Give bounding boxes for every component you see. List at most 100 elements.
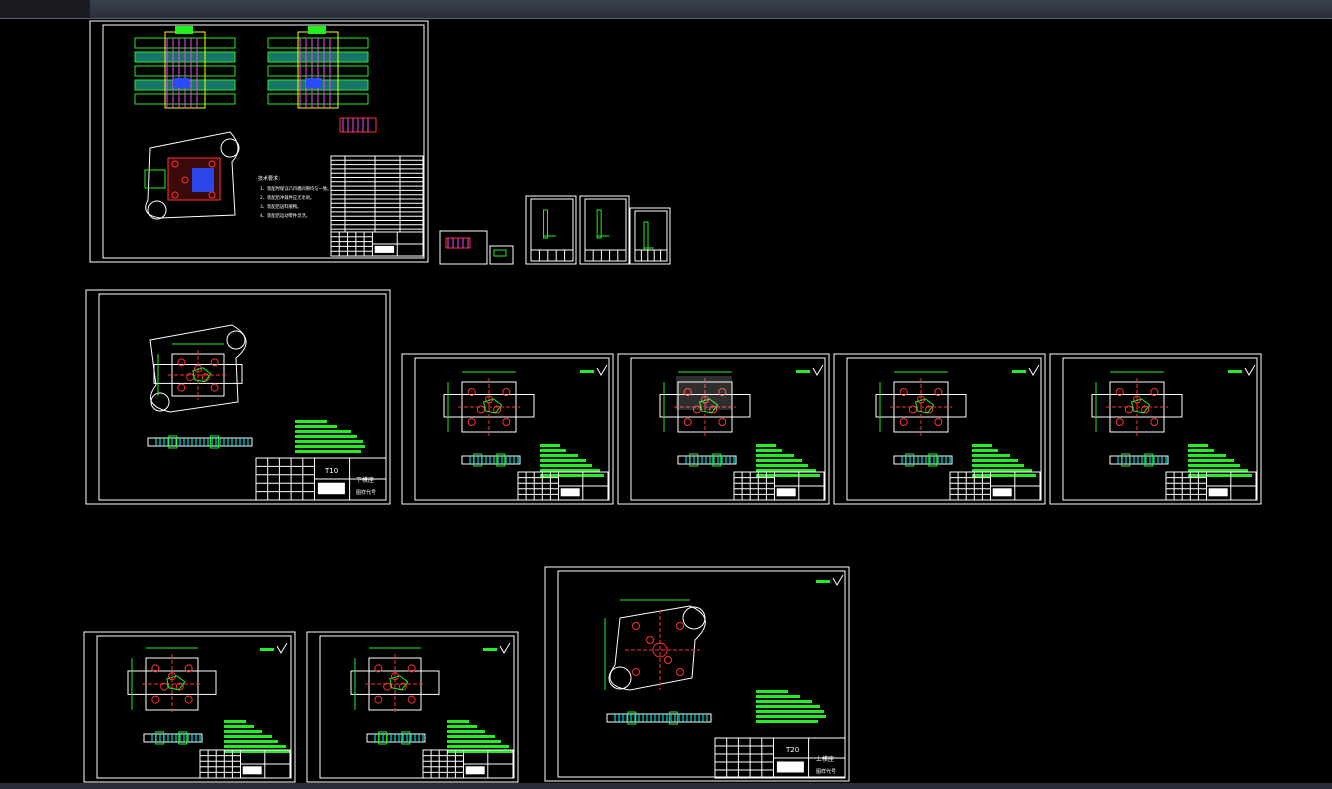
- note-line: [540, 464, 592, 467]
- upper-die-base-notes: [756, 690, 826, 723]
- pin-sheet-inner: [634, 210, 668, 262]
- sheet-small-details: [439, 195, 671, 265]
- assembly-section-view-1: [134, 26, 236, 109]
- assembly-title-block-code-box: [374, 245, 395, 253]
- plate-4-plan-hole: [1150, 418, 1159, 426]
- assembly-detail-view: [339, 117, 377, 133]
- shank: [175, 26, 193, 34]
- plate-2-side-view: [677, 453, 737, 467]
- screw-hole: [646, 636, 654, 644]
- bottom-plate-2-plan-hole: [383, 682, 392, 691]
- notes-line: 4、装配后运动零件灵活。: [260, 212, 310, 219]
- note-line: [224, 735, 272, 738]
- plate-1-plan-hole: [502, 418, 511, 426]
- assembly-plan-view: [144, 131, 240, 220]
- note-line: [447, 735, 495, 738]
- note-line: [1188, 459, 1234, 462]
- bottom-plate-2-side-view-outline: [366, 733, 426, 743]
- screw-hole: [632, 622, 640, 630]
- guide-hole-boss: [226, 330, 246, 350]
- note-line: [972, 459, 1018, 462]
- sheet-assembly-drawing: 技术要求： 1、装配时保证凸凹模间隙均匀一致。 2、装配后冲裁件应无毛刺。 3、装配后…: [89, 20, 429, 263]
- bottom-plate-1-plan-hole: [160, 682, 169, 691]
- plate-2-plan-hole: [718, 418, 727, 426]
- plate-2-roughness: [796, 364, 824, 376]
- note-line: [224, 720, 246, 723]
- plate-1-plan-hole: [467, 418, 476, 426]
- bottom-plate-1-side-view-outline: [143, 733, 203, 743]
- assembly-title-block: [330, 231, 424, 257]
- sheet-lower-die-base: T10 下模座图样代号: [85, 289, 391, 505]
- notes-line: 3、装配后送料顺畅。: [260, 203, 301, 210]
- drawing-canvas[interactable]: 技术要求： 1、装配时保证凸凹模间隙均匀一致。 2、装配后冲裁件应无毛刺。 3、装配后…: [0, 0, 1332, 789]
- note-line: [295, 445, 365, 448]
- small-sheet-pin-1: [525, 195, 577, 265]
- note-line: [756, 690, 788, 693]
- sub-label-text: 图样代号: [816, 768, 836, 775]
- sub-label-text: 图样代号: [356, 489, 376, 496]
- note-line: [1188, 449, 1214, 452]
- roughness-symbol: [1244, 364, 1256, 376]
- note-line: [540, 454, 578, 457]
- sheet-bottom-plate-2-outer-border: [306, 631, 519, 783]
- note-line: [540, 474, 604, 477]
- plate-4-plan-hole: [1124, 405, 1133, 414]
- sheet-upper-die-base: T20 上模座图样代号: [544, 566, 850, 782]
- part-code-text: T10: [324, 467, 338, 475]
- plate-3-roughness: [1012, 364, 1040, 376]
- assembly-parts-list: [330, 155, 424, 257]
- plate-3-title-block-code-box: [992, 488, 1012, 497]
- part-name-text: 上模座: [816, 755, 834, 763]
- sheet-lower-die-base-inner-border: [98, 293, 387, 501]
- plate-1-plan: [443, 371, 535, 436]
- plate-1-plan-hole: [476, 405, 485, 414]
- note-line: [295, 440, 363, 443]
- note-line: [756, 454, 794, 457]
- bottom-plate-2-notes: [447, 720, 513, 753]
- screw-hole: [632, 668, 640, 676]
- note-line: [295, 420, 327, 423]
- note-line: [1188, 474, 1252, 477]
- sheet-plate-4-inner-border: [1062, 357, 1258, 501]
- note-line: [756, 710, 824, 713]
- note-line: [295, 430, 351, 433]
- note-line: [972, 449, 998, 452]
- note-line: [972, 464, 1024, 467]
- note-line: [972, 444, 992, 447]
- status-bar: [0, 783, 1332, 789]
- plate-4-roughness: [1228, 364, 1256, 376]
- feed-guide: [144, 169, 166, 189]
- sheet-plate-4: [1049, 353, 1262, 505]
- note-line: [756, 705, 820, 708]
- bottom-plate-1-plan-punch-profile: [166, 675, 186, 691]
- lower-die-base-title-block: T10 下模座图样代号: [255, 457, 387, 501]
- upper-die-base-outline: [609, 605, 706, 691]
- note-line: [756, 715, 826, 718]
- roughness-symbol: [1028, 364, 1040, 376]
- plate-4-plan-hole: [1115, 418, 1124, 426]
- lower-die-base-plan-hole: [186, 373, 195, 382]
- pin-title-block: [584, 249, 627, 262]
- shank: [308, 26, 326, 34]
- assembly-technical-notes: 技术要求： 1、装配时保证凸凹模间隙均匀一致。 2、装配后冲裁件应无毛刺。 3、装配后…: [258, 175, 331, 219]
- upper-die-base-title-block-code-box: [776, 761, 804, 773]
- bottom-plate-2-title-block-code-box: [465, 766, 485, 775]
- pin-sheet-outer: [579, 195, 630, 265]
- sheet-plate-3-outer-border: [833, 353, 1046, 505]
- upper-die-base-title-block: T20 上模座图样代号: [714, 737, 846, 779]
- note-line: [1188, 464, 1240, 467]
- blank-part: [173, 78, 189, 88]
- upper-die-base-side-view: [606, 711, 712, 725]
- bottom-plate-2-plan-hole: [407, 695, 416, 704]
- note-line: [224, 730, 262, 733]
- note-line: [224, 725, 254, 728]
- screw-hole: [676, 622, 684, 630]
- sheet-plate-3-inner-border: [846, 357, 1042, 501]
- sheet-upper-die-base-outer-border: [544, 566, 850, 782]
- bottom-plate-2-side-view: [366, 731, 426, 745]
- lower-die-base-plan-hole: [177, 383, 186, 392]
- bottom-plate-1-title-block: [199, 749, 291, 779]
- lower-die-base-notes: [295, 420, 365, 453]
- roughness-symbol: [596, 364, 608, 376]
- guide-hole-boss: [608, 666, 632, 690]
